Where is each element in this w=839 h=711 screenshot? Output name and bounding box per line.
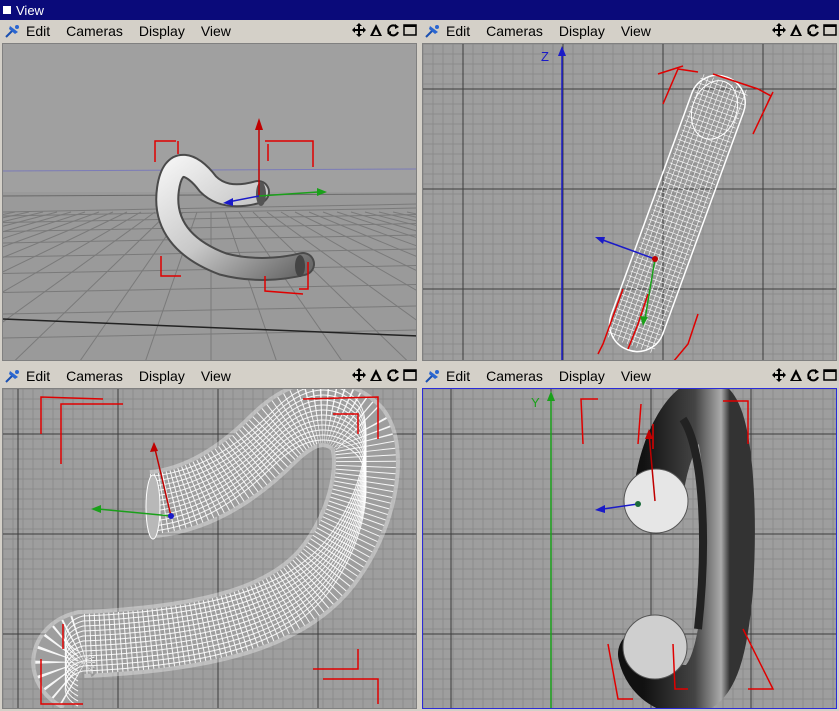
menu-cameras[interactable]: Cameras — [66, 368, 123, 384]
window-title: View — [16, 2, 44, 18]
menu-display[interactable]: Display — [559, 23, 605, 39]
viewport-panel-right: Edit Cameras Display View — [0, 365, 419, 711]
maximize-view-icon[interactable] — [403, 368, 417, 382]
front-viewport-svg: Y — [423, 389, 836, 708]
viewport-tools — [352, 23, 417, 37]
viewport-canvas[interactable] — [2, 43, 417, 361]
viewport-menubar: Edit Cameras Display View — [0, 365, 419, 387]
tube-wireframe — [608, 74, 748, 353]
menu-cameras[interactable]: Cameras — [486, 368, 543, 384]
perspective-viewport-svg — [3, 44, 416, 360]
menu-edit[interactable]: Edit — [26, 368, 50, 384]
rotate-view-icon[interactable] — [806, 368, 820, 382]
menu-view[interactable]: View — [201, 368, 231, 384]
rotate-view-icon[interactable] — [806, 23, 820, 37]
menu-view[interactable]: View — [621, 23, 651, 39]
viewport-menubar: Edit Cameras Display View — [420, 365, 839, 387]
viewport-panel-top: Edit Cameras Display View Z — [420, 20, 839, 363]
pin-icon[interactable] — [4, 368, 22, 384]
tube-object — [618, 389, 755, 708]
pin-icon[interactable] — [4, 23, 22, 39]
menu-cameras[interactable]: Cameras — [66, 23, 123, 39]
window-titlebar: View — [0, 0, 839, 20]
viewport-panel-perspective: Edit Cameras Display View — [0, 20, 419, 363]
viewport-tools — [772, 368, 837, 382]
viewport-tools — [352, 368, 417, 382]
maximize-view-icon[interactable] — [823, 368, 837, 382]
viewport-panel-front: Edit Cameras Display View Y — [420, 365, 839, 711]
rotate-view-icon[interactable] — [386, 23, 400, 37]
viewport-menubar: Edit Cameras Display View — [420, 20, 839, 42]
zoom-view-icon[interactable] — [369, 368, 383, 382]
menu-cameras[interactable]: Cameras — [486, 23, 543, 39]
zoom-view-icon[interactable] — [789, 23, 803, 37]
zoom-view-icon[interactable] — [789, 368, 803, 382]
viewport-tools — [772, 23, 837, 37]
object-axes — [595, 237, 658, 326]
rotate-view-icon[interactable] — [386, 368, 400, 382]
window-menu-icon[interactable] — [3, 6, 11, 14]
menu-edit[interactable]: Edit — [446, 368, 470, 384]
maximize-view-icon[interactable] — [823, 23, 837, 37]
menu-edit[interactable]: Edit — [446, 23, 470, 39]
tube-wireframe — [31, 389, 400, 708]
right-viewport-svg — [3, 389, 416, 708]
pin-icon[interactable] — [424, 23, 442, 39]
axis-label-z: Z — [541, 49, 549, 64]
top-viewport-svg: Z — [423, 44, 836, 360]
viewport-canvas[interactable]: Y — [422, 388, 837, 709]
viewport-menubar: Edit Cameras Display View — [0, 20, 419, 42]
axis-label-y: Y — [531, 395, 540, 410]
menu-display[interactable]: Display — [139, 368, 185, 384]
move-view-icon[interactable] — [772, 368, 786, 382]
move-view-icon[interactable] — [352, 23, 366, 37]
menu-display[interactable]: Display — [559, 368, 605, 384]
move-view-icon[interactable] — [772, 23, 786, 37]
menu-view[interactable]: View — [201, 23, 231, 39]
viewport-canvas[interactable] — [2, 388, 417, 709]
zoom-view-icon[interactable] — [369, 23, 383, 37]
pin-icon[interactable] — [424, 368, 442, 384]
menu-display[interactable]: Display — [139, 23, 185, 39]
menu-view[interactable]: View — [621, 368, 651, 384]
menu-edit[interactable]: Edit — [26, 23, 50, 39]
viewport-canvas[interactable]: Z — [422, 43, 837, 361]
move-view-icon[interactable] — [352, 368, 366, 382]
maximize-view-icon[interactable] — [403, 23, 417, 37]
